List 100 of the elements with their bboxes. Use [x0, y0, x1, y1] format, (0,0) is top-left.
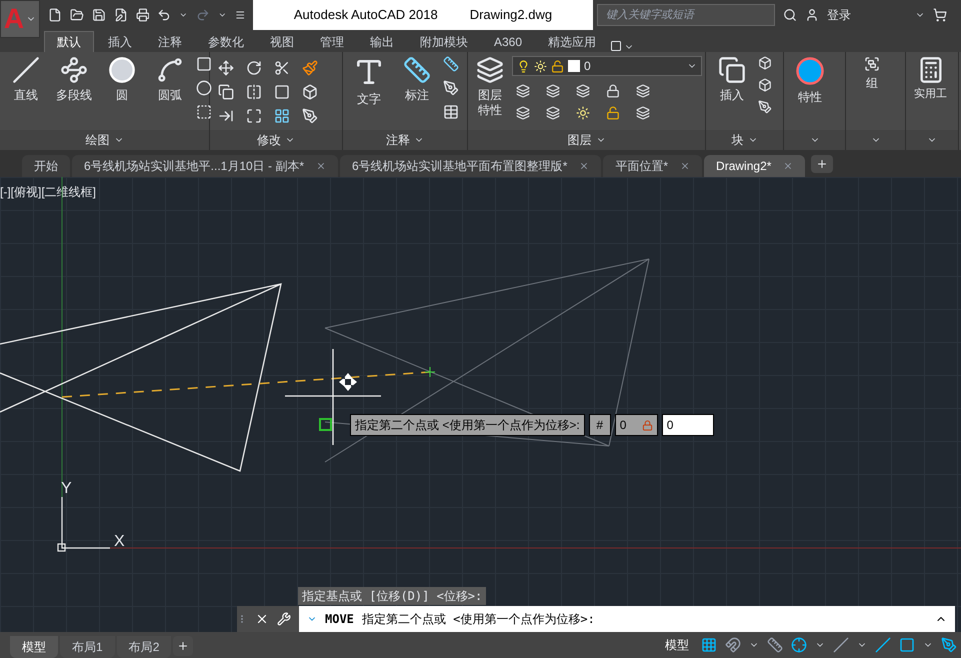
polar-icon[interactable]: [791, 637, 807, 653]
panel-title[interactable]: 修改: [257, 131, 281, 149]
stretch-icon[interactable]: [218, 108, 234, 124]
ribbon-button[interactable]: 直线: [4, 52, 48, 103]
layer-icon[interactable]: [516, 106, 530, 120]
value-input-field[interactable]: 0: [662, 414, 714, 436]
ribbon-tab[interactable]: 管理: [308, 31, 356, 52]
layer-dropdown[interactable]: 0: [512, 56, 702, 76]
new-tab-button[interactable]: [811, 155, 834, 173]
ribbon-tab[interactable]: 默认: [44, 31, 94, 52]
rectangle-icon[interactable]: [196, 56, 212, 72]
polyline-icon[interactable]: [60, 56, 88, 84]
print-icon[interactable]: [136, 7, 150, 23]
ribbon-tab[interactable]: A360: [482, 31, 534, 52]
panel-title[interactable]: 绘图: [86, 131, 110, 149]
close-icon[interactable]: [680, 161, 690, 171]
annotation-icon[interactable]: [941, 637, 957, 653]
grid-icon[interactable]: [274, 108, 290, 124]
group-icon[interactable]: [864, 56, 880, 72]
open-folder-icon[interactable]: [70, 7, 84, 23]
layer-icon[interactable]: [576, 84, 590, 98]
layout-tab[interactable]: 布局2: [116, 636, 172, 658]
drawing-canvas[interactable]: [-][俯视][二维线框] Y X 指定第二个点或 <使用第一个点作为位移>: # 0 0 指定基点或 [位移(D)] <位移>: MOVE 指定第二个点或 <使用第一个点作为位移>:: [0, 177, 961, 632]
document-tab[interactable]: 开始: [22, 155, 70, 177]
save-icon[interactable]: [92, 7, 106, 23]
ribbon-tab[interactable]: 附加模块: [408, 31, 480, 52]
model-space-button[interactable]: 模型: [661, 636, 693, 654]
panel-title[interactable]: 注释: [386, 131, 410, 149]
panel-title[interactable]: 块: [732, 131, 744, 149]
menu-icon[interactable]: [234, 9, 246, 21]
linear-dimension-icon[interactable]: [443, 56, 459, 72]
panel-title[interactable]: 图层: [568, 131, 592, 149]
tracking-icon[interactable]: [875, 637, 891, 653]
layout-tab[interactable]: 模型: [10, 636, 58, 658]
layer-icon[interactable]: [546, 106, 560, 120]
sun-icon[interactable]: [576, 106, 590, 120]
boundary-icon[interactable]: [196, 104, 212, 120]
circle-icon[interactable]: [108, 56, 136, 84]
lightbulb-icon[interactable]: [517, 60, 530, 72]
document-tab[interactable]: 6号线机场站实训基地平面布置图整理版*: [340, 155, 602, 177]
ribbon-tab[interactable]: 参数化: [196, 31, 256, 52]
panel-toggle-icon[interactable]: [610, 40, 622, 52]
mirror-icon[interactable]: [246, 84, 262, 100]
object-snap-icon[interactable]: [899, 637, 915, 653]
grid-icon[interactable]: [701, 637, 717, 653]
layers-icon[interactable]: [476, 56, 504, 84]
add-layout-button[interactable]: [173, 636, 194, 656]
close-icon[interactable]: [316, 161, 326, 171]
unlock-icon[interactable]: [606, 106, 620, 120]
layer-icon[interactable]: [516, 84, 530, 98]
command-input-field[interactable]: MOVE 指定第二个点或 <使用第一个点作为位移>:: [299, 606, 955, 632]
search-field[interactable]: 键入关键字或短语: [597, 4, 775, 26]
new-file-icon[interactable]: [48, 7, 62, 23]
close-icon[interactable]: [255, 612, 269, 626]
ribbon-tab[interactable]: 视图: [258, 31, 306, 52]
layer-icon[interactable]: [636, 84, 650, 98]
ribbon-button[interactable]: 插入: [710, 52, 754, 103]
lock-icon[interactable]: [606, 84, 620, 98]
sign-in-link[interactable]: 登录: [827, 6, 907, 24]
distance-field[interactable]: 0: [614, 414, 658, 436]
rotate-icon[interactable]: [246, 60, 262, 76]
arc-icon[interactable]: [156, 56, 184, 84]
unlock-icon[interactable]: [551, 60, 564, 72]
ribbon-button[interactable]: 标注: [395, 52, 439, 103]
layer-icon[interactable]: [636, 106, 650, 120]
scale-icon[interactable]: [246, 108, 262, 124]
cart-icon[interactable]: [933, 8, 947, 22]
ribbon-tab[interactable]: 输出: [358, 31, 406, 52]
document-tab[interactable]: 平面位置*: [603, 155, 702, 177]
document-tab[interactable]: Drawing2*: [704, 155, 806, 177]
ribbon-tab[interactable]: 注释: [146, 31, 194, 52]
copy-icon[interactable]: [218, 84, 234, 100]
brush-icon[interactable]: [302, 60, 318, 76]
line-icon[interactable]: [12, 56, 40, 84]
document-tab[interactable]: 6号线机场站实训基地平...1月10日 - 副本*: [72, 155, 338, 177]
dimension-icon[interactable]: [403, 56, 431, 84]
command-history: 指定基点或 [位移(D)] <位移>:: [298, 587, 486, 605]
ribbon-button[interactable]: 文字: [347, 52, 391, 107]
table-icon[interactable]: [443, 104, 459, 120]
user-icon[interactable]: [805, 8, 819, 22]
ribbon-button[interactable]: 多段线: [52, 52, 96, 103]
layer-icon[interactable]: [546, 84, 560, 98]
viewport-label[interactable]: [-][俯视][二维线框]: [0, 183, 96, 201]
ribbon-tab[interactable]: 插入: [96, 31, 144, 52]
trim-icon[interactable]: [274, 60, 290, 76]
ribbon-tab[interactable]: 精选应用: [536, 31, 608, 52]
layout-tab[interactable]: 布局1: [60, 636, 115, 658]
ribbon-button[interactable]: 圆弧: [148, 52, 192, 103]
sun-icon[interactable]: [534, 60, 547, 72]
move-icon[interactable]: [218, 60, 234, 76]
ribbon-button[interactable]: 实用工: [910, 52, 951, 102]
ribbon-button[interactable]: 特性: [788, 52, 832, 105]
ribbon-button[interactable]: 圆: [100, 52, 144, 103]
close-icon[interactable]: [579, 161, 590, 171]
ribbon-button[interactable]: 图层特性: [472, 52, 508, 118]
save-as-icon[interactable]: [114, 7, 128, 23]
undo-icon[interactable]: [157, 7, 172, 23]
settings-icon[interactable]: [277, 612, 291, 626]
ribbon-button[interactable]: 组: [850, 52, 894, 91]
x-axis-label: X: [114, 532, 125, 552]
